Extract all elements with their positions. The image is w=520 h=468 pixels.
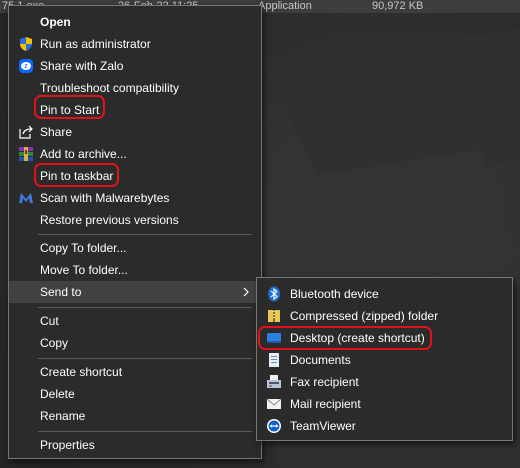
bluetooth-icon: [268, 286, 280, 302]
fax-icon: [267, 375, 281, 388]
submenu-item-label: TeamViewer: [290, 419, 356, 433]
annotation-highlight-pin-to-start: [34, 95, 105, 119]
menu-item-label: Restore previous versions: [40, 213, 179, 227]
menu-item-restore-previous-versions[interactable]: Restore previous versions: [9, 209, 261, 231]
menu-item-run-as-administrator[interactable]: Run as administrator: [9, 33, 261, 55]
submenu-item-bluetooth-device[interactable]: Bluetooth device: [257, 283, 512, 305]
menu-separator: [38, 234, 252, 235]
submenu-item-label: Documents: [290, 353, 351, 367]
mail-icon: [266, 398, 282, 409]
menu-item-label: Delete: [40, 387, 75, 401]
menu-item-send-to[interactable]: Send to: [9, 281, 261, 303]
menu-item-label: Scan with Malwarebytes: [40, 191, 170, 205]
submenu-item-mail-recipient[interactable]: Mail recipient: [257, 393, 512, 415]
menu-item-label: Rename: [40, 409, 86, 423]
menu-item-label: Share: [40, 125, 73, 139]
menu-item-copy-to-folder[interactable]: Copy To folder...: [9, 237, 261, 259]
submenu-item-label: Mail recipient: [290, 397, 361, 411]
menu-item-delete[interactable]: Delete: [9, 383, 261, 405]
svg-text:Z: Z: [24, 64, 27, 70]
annotation-highlight-pin-to-taskbar: [34, 163, 119, 187]
winrar-icon: [19, 147, 33, 161]
context-menu: Open Run as administrator Z Share with Z…: [8, 5, 262, 459]
uac-shield-icon: [20, 37, 32, 51]
menu-item-label: Move To folder...: [40, 263, 128, 277]
menu-item-share[interactable]: Share: [9, 121, 261, 143]
menu-item-rename[interactable]: Rename: [9, 405, 261, 427]
submenu-item-compressed-folder[interactable]: Compressed (zipped) folder: [257, 305, 512, 327]
menu-item-label: Send to: [40, 285, 82, 299]
send-to-submenu: Bluetooth device Compressed (zipped) fol…: [256, 277, 513, 441]
submenu-item-label: Compressed (zipped) folder: [290, 309, 439, 323]
menu-item-properties[interactable]: Properties: [9, 434, 261, 456]
menu-item-move-to-folder[interactable]: Move To folder...: [9, 259, 261, 281]
menu-item-share-with-zalo[interactable]: Z Share with Zalo: [9, 55, 261, 77]
menu-item-create-shortcut[interactable]: Create shortcut: [9, 361, 261, 383]
menu-item-label: Cut: [40, 314, 59, 328]
menu-item-label: Copy To folder...: [40, 241, 127, 255]
chevron-right-icon: [243, 287, 249, 297]
file-size: 90,972 KB: [372, 0, 424, 12]
share-icon: [19, 125, 33, 139]
menu-item-label: Run as administrator: [40, 37, 151, 51]
menu-item-label: Open: [40, 15, 71, 29]
teamviewer-icon: [267, 419, 281, 433]
menu-item-cut[interactable]: Cut: [9, 310, 261, 332]
submenu-item-teamviewer[interactable]: TeamViewer: [257, 415, 512, 437]
menu-item-label: Properties: [40, 438, 95, 452]
menu-item-open[interactable]: Open: [9, 11, 261, 33]
menu-item-scan-with-malwarebytes[interactable]: Scan with Malwarebytes: [9, 187, 261, 209]
submenu-item-fax-recipient[interactable]: Fax recipient: [257, 371, 512, 393]
submenu-item-label: Bluetooth device: [290, 287, 379, 301]
menu-separator: [38, 358, 252, 359]
menu-separator: [38, 431, 252, 432]
menu-item-label: Share with Zalo: [40, 59, 124, 73]
menu-item-add-to-archive[interactable]: Add to archive...: [9, 143, 261, 165]
documents-icon: [269, 353, 279, 367]
menu-item-label: Copy: [40, 336, 69, 350]
annotation-highlight-desktop-create-shortcut: [258, 326, 432, 350]
malwarebytes-icon: [19, 193, 33, 203]
submenu-item-documents[interactable]: Documents: [257, 349, 512, 371]
menu-item-copy[interactable]: Copy: [9, 332, 261, 354]
zip-folder-icon: [268, 310, 280, 322]
menu-separator: [38, 307, 252, 308]
menu-item-label: Create shortcut: [40, 365, 123, 379]
zalo-icon: Z: [19, 59, 33, 73]
file-type: Application: [258, 0, 312, 12]
menu-item-label: Add to archive...: [40, 147, 127, 161]
submenu-item-label: Fax recipient: [290, 375, 359, 389]
